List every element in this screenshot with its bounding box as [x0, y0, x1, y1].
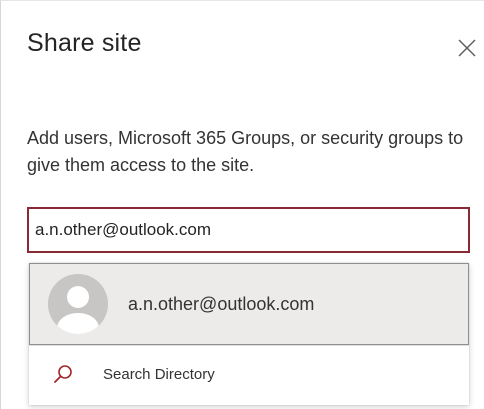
people-picker-input[interactable] — [29, 209, 468, 251]
close-icon — [458, 39, 476, 57]
panel-description: Add users, Microsoft 365 Groups, or secu… — [27, 128, 464, 175]
panel-title: Share site — [27, 29, 142, 57]
people-picker-field[interactable] — [27, 207, 470, 253]
dropdown-divider — [29, 345, 469, 346]
search-directory-label: Search Directory — [103, 366, 215, 383]
search-icon — [54, 365, 72, 383]
search-directory-option[interactable]: Search Directory — [29, 347, 469, 403]
suggestion-label: a.n.other@outlook.com — [128, 294, 315, 314]
share-site-panel: Share site Add users, Microsoft 365 Grou… — [0, 0, 484, 409]
suggestion-item[interactable]: a.n.other@outlook.com — [29, 263, 469, 345]
person-avatar-icon — [48, 274, 108, 334]
close-button[interactable] — [456, 37, 478, 59]
suggestions-dropdown: a.n.other@outlook.com Search Directory — [29, 263, 469, 405]
